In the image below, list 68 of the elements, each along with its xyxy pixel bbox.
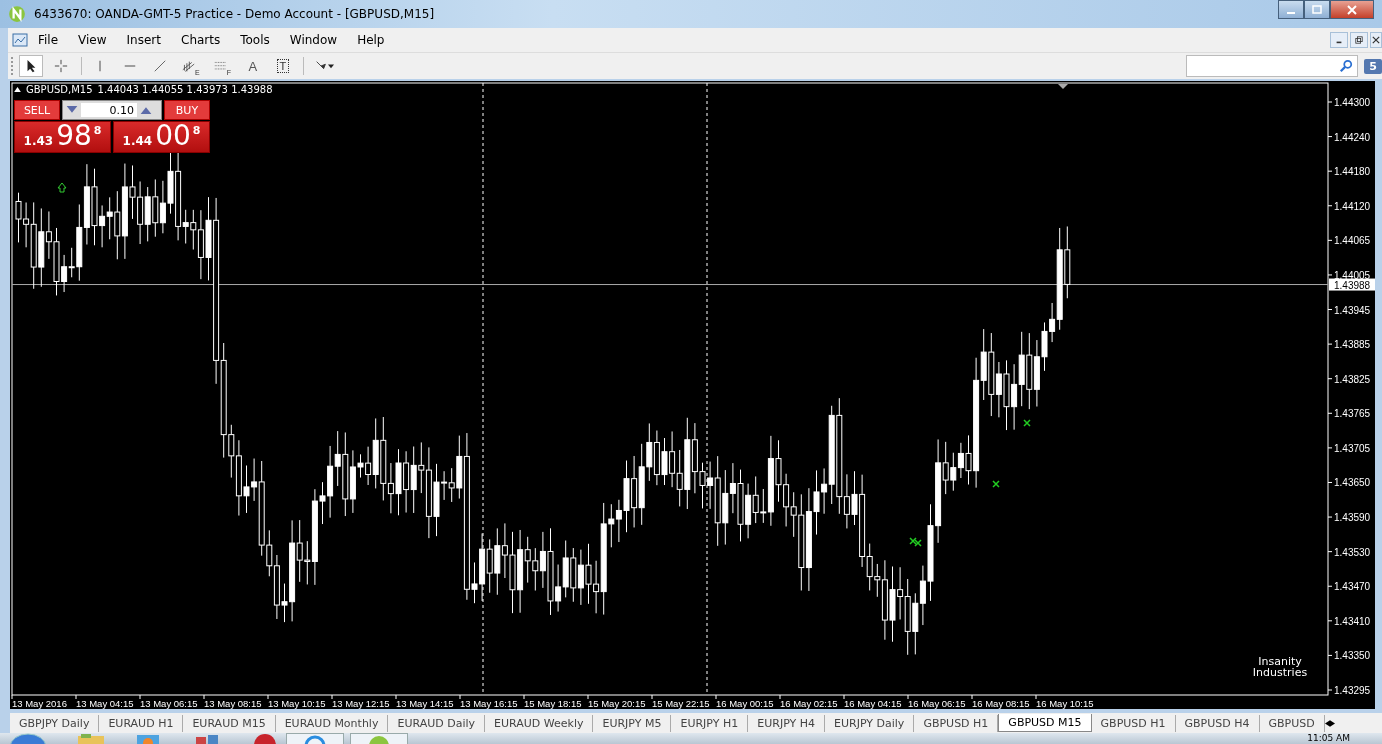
chart-tab[interactable]: EURAUD Weekly xyxy=(485,714,594,732)
menu-item[interactable]: Charts xyxy=(179,31,223,49)
current-price-tag: 1.43988 xyxy=(1329,278,1375,291)
time-label: 16 May 10:15 xyxy=(1036,698,1094,709)
clock: 11:05 AM xyxy=(1307,733,1350,743)
buy-button[interactable]: BUY xyxy=(164,100,210,120)
chart-tab[interactable]: EURJPY H4 xyxy=(748,714,826,732)
textlabel-tool[interactable]: T xyxy=(270,55,295,77)
logo-text: Insanity xyxy=(1258,655,1302,668)
price-label: 1.43705 xyxy=(1334,442,1371,454)
chart-tab[interactable]: EURAUD M15 xyxy=(183,714,276,732)
time-label: 16 May 04:15 xyxy=(844,698,902,709)
time-label: 13 May 10:15 xyxy=(268,698,326,709)
time-label: 15 May 22:15 xyxy=(652,698,710,709)
volume-spinner[interactable]: 0.10 xyxy=(62,100,162,120)
sell-button[interactable]: SELL xyxy=(14,100,60,120)
time-label: 13 May 04:15 xyxy=(76,698,134,709)
time-label: 15 May 18:15 xyxy=(524,698,582,709)
time-label: 16 May 06:15 xyxy=(908,698,966,709)
menu-item[interactable]: File xyxy=(36,31,61,49)
price-label: 1.43530 xyxy=(1334,546,1371,558)
time-label: 15 May 20:15 xyxy=(588,698,646,709)
time-label: 16 May 08:15 xyxy=(972,698,1030,709)
time-label: 13 May 06:15 xyxy=(140,698,198,709)
menu-item[interactable]: Help xyxy=(355,31,387,49)
price-label: 1.44300 xyxy=(1334,97,1371,108)
price-label: 1.44005 xyxy=(1334,269,1371,281)
price-label: 1.44065 xyxy=(1334,235,1371,247)
chart-tab[interactable]: EURAUD H1 xyxy=(99,714,184,732)
price-label: 1.44180 xyxy=(1334,166,1371,178)
chart-tab[interactable]: EURJPY H1 xyxy=(671,714,749,732)
time-label: 13 May 12:15 xyxy=(332,698,390,709)
ohlc-label: 1.44043 1.44055 1.43973 1.43988 xyxy=(97,84,273,95)
price-label: 1.44240 xyxy=(1334,131,1371,143)
time-label: 13 May 08:15 xyxy=(204,698,262,709)
chart-tab[interactable]: EURAUD Daily xyxy=(388,714,485,732)
price-label: 1.43825 xyxy=(1334,373,1371,385)
symbol-label: GBPUSD,M15 xyxy=(26,84,93,95)
chart-tab[interactable]: EURJPY M5 xyxy=(593,714,672,732)
menu-item[interactable]: Insert xyxy=(124,31,163,49)
price-label: 1.43295 xyxy=(1334,685,1371,696)
time-label: 13 May 14:15 xyxy=(396,698,454,709)
time-label: 16 May 02:15 xyxy=(780,698,838,709)
chart-tab[interactable]: GBPUSD xyxy=(1259,714,1325,732)
price-label: 1.43885 xyxy=(1334,339,1371,351)
time-label: 16 May 00:15 xyxy=(716,698,774,709)
price-label: 1.43350 xyxy=(1334,650,1371,662)
chart-tab[interactable]: GBPUSD H1 xyxy=(1091,714,1176,732)
chart-tab[interactable]: EURJPY Daily xyxy=(825,714,915,732)
price-label: 1.44120 xyxy=(1334,200,1371,212)
price-label: 1.43650 xyxy=(1334,477,1371,489)
chart-tab[interactable]: EURAUD Monthly xyxy=(275,714,389,732)
window-title: 6433670: OANDA-GMT-5 Practice - Demo Account - [GBPUSD,M15] xyxy=(34,7,435,21)
price-label: 1.43945 xyxy=(1334,304,1371,316)
time-label: 13 May 16:15 xyxy=(460,698,518,709)
price-label: 1.43470 xyxy=(1334,581,1371,593)
price-label: 1.43410 xyxy=(1334,615,1371,627)
chart-tab[interactable]: GBPUSD H4 xyxy=(1175,714,1260,732)
notification-badge[interactable]: 5 xyxy=(1364,58,1382,74)
time-label: 13 May 2016 xyxy=(12,698,67,709)
chart-tab[interactable]: GBPJPY Daily xyxy=(10,714,100,732)
price-label: 1.43765 xyxy=(1334,408,1371,420)
price-label: 1.43590 xyxy=(1334,512,1371,524)
menu-item[interactable]: View xyxy=(76,31,109,49)
menu-item[interactable]: Window xyxy=(287,31,340,49)
chart-tab[interactable]: GBPUSD M15 xyxy=(998,714,1092,732)
menu-item[interactable]: Tools xyxy=(238,31,272,49)
text-tool[interactable]: A xyxy=(240,55,265,77)
